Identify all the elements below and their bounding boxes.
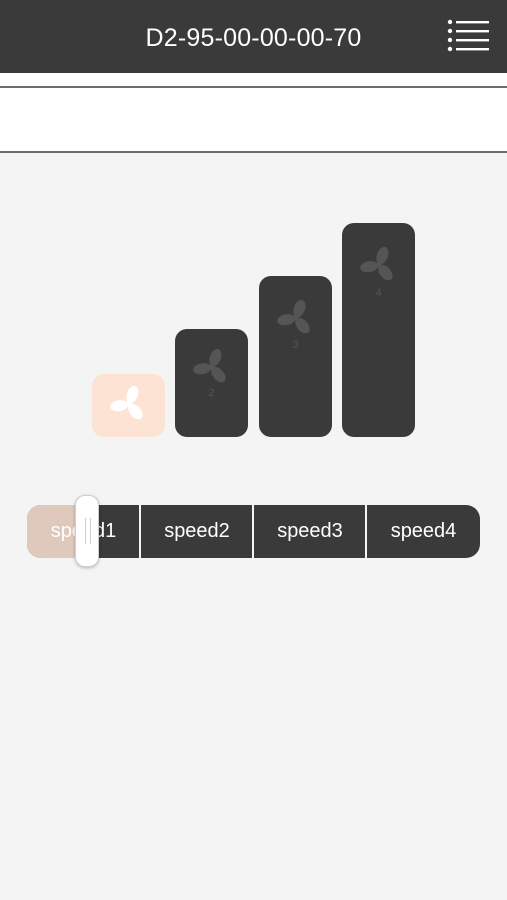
fan-level-number: 3 — [292, 339, 299, 351]
grip-icon — [85, 518, 91, 544]
speed-option-4[interactable]: speed4 — [367, 505, 480, 558]
hamburger-list-icon — [447, 19, 489, 52]
fan-level-1[interactable]: 1 — [92, 374, 165, 437]
app-header: D2-95-00-00-00-70 — [0, 0, 507, 73]
info-band — [0, 73, 507, 153]
menu-button[interactable] — [447, 18, 489, 54]
fan-icon — [277, 299, 310, 334]
divider — [0, 151, 507, 153]
fan-level-number: 2 — [208, 387, 215, 399]
fan-level-3[interactable]: 3 — [259, 276, 332, 437]
speed-option-2[interactable]: speed2 — [141, 505, 253, 558]
fan-level-4[interactable]: 4 — [342, 223, 415, 437]
speed-option-3[interactable]: speed3 — [254, 505, 366, 558]
fan-icon — [193, 348, 226, 383]
divider — [0, 86, 507, 88]
fan-level-number: 4 — [375, 287, 382, 299]
fan-icon — [360, 246, 393, 281]
fan-level-number: 1 — [125, 418, 132, 430]
fan-level-2[interactable]: 2 — [175, 329, 248, 437]
speed-slider-handle[interactable] — [75, 495, 99, 567]
device-title: D2-95-00-00-00-70 — [145, 24, 362, 52]
